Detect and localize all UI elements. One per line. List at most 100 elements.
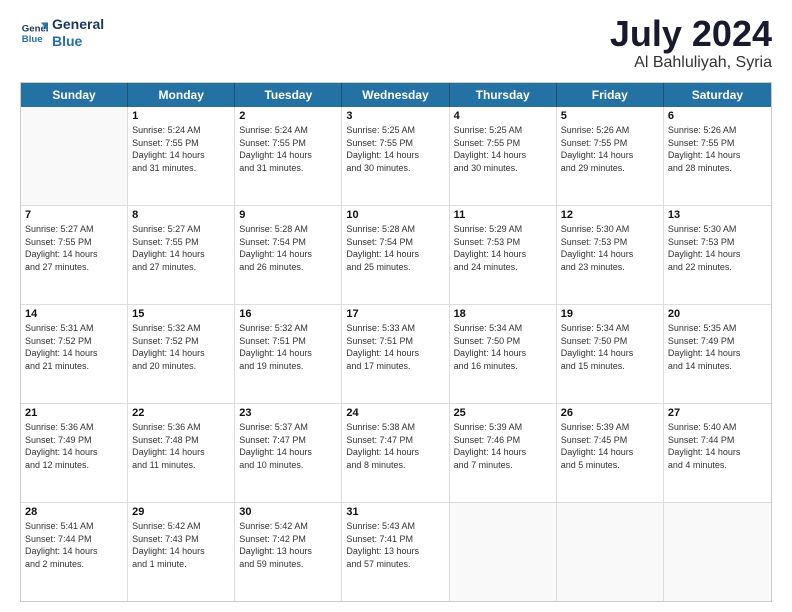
day-number: 11 [454,209,552,221]
calendar-day-22: 22Sunrise: 5:36 AMSunset: 7:48 PMDayligh… [128,404,235,502]
day-number: 29 [132,506,230,518]
day-info: Sunrise: 5:28 AMSunset: 7:54 PMDaylight:… [239,223,337,273]
calendar-day-5: 5 Sunrise: 5:26 AMSunset: 7:55 PMDaylight… [557,107,664,205]
day-number: 12 [561,209,659,221]
calendar-day-25: 25 Sunrise: 5:39 AMSunset: 7:46 PMDayligh… [450,404,557,502]
day-number: 28 [25,506,123,518]
day-info: Sunrise: 5:39 AMSunset: 7:45 PMDaylight:… [561,421,659,471]
day-header-saturday: Saturday [664,83,771,107]
calendar-week-5: 28 Sunrise: 5:41 AMSunset: 7:44 PMDayligh… [21,503,771,601]
calendar-day-4: 4Sunrise: 5:25 AMSunset: 7:55 PMDaylight… [450,107,557,205]
day-header-tuesday: Tuesday [235,83,342,107]
day-number: 31 [346,506,444,518]
day-info: Sunrise: 5:34 AMSunset: 7:50 PMDaylight:… [454,322,552,372]
day-info: Sunrise: 5:28 AMSunset: 7:54 PMDaylight:… [346,223,444,273]
day-header-wednesday: Wednesday [342,83,449,107]
logo: General Blue General Blue [20,16,104,50]
day-info: Sunrise: 5:39 AMSunset: 7:46 PMDaylight:… [454,421,552,471]
day-header-thursday: Thursday [450,83,557,107]
calendar-day-8: 8 Sunrise: 5:27 AMSunset: 7:55 PMDaylight… [128,206,235,304]
day-info: Sunrise: 5:43 AMSunset: 7:41 PMDaylight:… [346,520,444,570]
calendar-day-11: 11 Sunrise: 5:29 AMSunset: 7:53 PMDayligh… [450,206,557,304]
calendar-day-21: 21 Sunrise: 5:36 AMSunset: 7:49 PMDayligh… [21,404,128,502]
day-number: 21 [25,407,123,419]
calendar-header: SundayMondayTuesdayWednesdayThursdayFrid… [21,83,771,107]
calendar-week-3: 14 Sunrise: 5:31 AMSunset: 7:52 PMDayligh… [21,305,771,404]
calendar-day-31: 31 Sunrise: 5:43 AMSunset: 7:41 PMDayligh… [342,503,449,601]
calendar-day-30: 30 Sunrise: 5:42 AMSunset: 7:42 PMDayligh… [235,503,342,601]
day-number: 6 [668,110,767,122]
day-info: Sunrise: 5:34 AMSunset: 7:50 PMDaylight:… [561,322,659,372]
day-number: 16 [239,308,337,320]
calendar-day-27: 27 Sunrise: 5:40 AMSunset: 7:44 PMDayligh… [664,404,771,502]
calendar-empty-cell [450,503,557,601]
day-info: Sunrise: 5:27 AMSunset: 7:55 PMDaylight:… [132,223,230,273]
day-info: Sunrise: 5:40 AMSunset: 7:44 PMDaylight:… [668,421,767,471]
day-info: Sunrise: 5:35 AMSunset: 7:49 PMDaylight:… [668,322,767,372]
day-info: Sunrise: 5:24 AMSunset: 7:55 PMDaylight:… [239,124,337,174]
day-number: 19 [561,308,659,320]
day-info: Sunrise: 5:37 AMSunset: 7:47 PMDaylight:… [239,421,337,471]
day-info: Sunrise: 5:25 AMSunset: 7:55 PMDaylight:… [454,124,552,174]
day-number: 27 [668,407,767,419]
day-info: Sunrise: 5:32 AMSunset: 7:52 PMDaylight:… [132,322,230,372]
month-title: July 2024 [610,16,772,52]
day-info: Sunrise: 5:29 AMSunset: 7:53 PMDaylight:… [454,223,552,273]
day-header-monday: Monday [128,83,235,107]
calendar-day-6: 6 Sunrise: 5:26 AMSunset: 7:55 PMDaylight… [664,107,771,205]
day-number: 5 [561,110,659,122]
day-info: Sunrise: 5:32 AMSunset: 7:51 PMDaylight:… [239,322,337,372]
calendar-week-2: 7 Sunrise: 5:27 AMSunset: 7:55 PMDaylight… [21,206,771,305]
calendar-day-14: 14 Sunrise: 5:31 AMSunset: 7:52 PMDayligh… [21,305,128,403]
calendar-empty-cell [557,503,664,601]
day-info: Sunrise: 5:31 AMSunset: 7:52 PMDaylight:… [25,322,123,372]
day-number: 18 [454,308,552,320]
calendar-day-28: 28 Sunrise: 5:41 AMSunset: 7:44 PMDayligh… [21,503,128,601]
calendar-day-17: 17Sunrise: 5:33 AMSunset: 7:51 PMDayligh… [342,305,449,403]
day-number: 1 [132,110,230,122]
calendar-empty-cell [664,503,771,601]
logo-line2: Blue [52,33,104,50]
page: General Blue General Blue July 2024 Al B… [0,0,792,612]
day-info: Sunrise: 5:42 AMSunset: 7:42 PMDaylight:… [239,520,337,570]
header: General Blue General Blue July 2024 Al B… [20,16,772,72]
day-number: 30 [239,506,337,518]
calendar-day-10: 10 Sunrise: 5:28 AMSunset: 7:54 PMDayligh… [342,206,449,304]
day-info: Sunrise: 5:25 AMSunset: 7:55 PMDaylight:… [346,124,444,174]
day-info: Sunrise: 5:41 AMSunset: 7:44 PMDaylight:… [25,520,123,570]
calendar-day-24: 24 Sunrise: 5:38 AMSunset: 7:47 PMDayligh… [342,404,449,502]
day-info: Sunrise: 5:26 AMSunset: 7:55 PMDaylight:… [668,124,767,174]
day-number: 14 [25,308,123,320]
svg-text:Blue: Blue [22,34,43,45]
day-number: 15 [132,308,230,320]
calendar-week-1: 1 Sunrise: 5:24 AMSunset: 7:55 PMDaylight… [21,107,771,206]
calendar-day-9: 9Sunrise: 5:28 AMSunset: 7:54 PMDaylight… [235,206,342,304]
calendar-day-1: 1 Sunrise: 5:24 AMSunset: 7:55 PMDaylight… [128,107,235,205]
day-info: Sunrise: 5:30 AMSunset: 7:53 PMDaylight:… [668,223,767,273]
day-header-friday: Friday [557,83,664,107]
day-info: Sunrise: 5:38 AMSunset: 7:47 PMDaylight:… [346,421,444,471]
calendar-empty-cell [21,107,128,205]
day-info: Sunrise: 5:36 AMSunset: 7:49 PMDaylight:… [25,421,123,471]
calendar-day-26: 26Sunrise: 5:39 AMSunset: 7:45 PMDayligh… [557,404,664,502]
calendar-day-15: 15 Sunrise: 5:32 AMSunset: 7:52 PMDayligh… [128,305,235,403]
calendar-body: 1 Sunrise: 5:24 AMSunset: 7:55 PMDaylight… [21,107,771,601]
logo-line1: General [52,16,104,33]
logo-icon: General Blue [20,19,48,47]
day-number: 10 [346,209,444,221]
calendar-day-16: 16 Sunrise: 5:32 AMSunset: 7:51 PMDayligh… [235,305,342,403]
calendar-day-2: 2Sunrise: 5:24 AMSunset: 7:55 PMDaylight… [235,107,342,205]
day-number: 8 [132,209,230,221]
day-info: Sunrise: 5:27 AMSunset: 7:55 PMDaylight:… [25,223,123,273]
calendar-day-3: 3 Sunrise: 5:25 AMSunset: 7:55 PMDaylight… [342,107,449,205]
day-number: 25 [454,407,552,419]
day-info: Sunrise: 5:26 AMSunset: 7:55 PMDaylight:… [561,124,659,174]
calendar-day-7: 7 Sunrise: 5:27 AMSunset: 7:55 PMDaylight… [21,206,128,304]
day-info: Sunrise: 5:24 AMSunset: 7:55 PMDaylight:… [132,124,230,174]
location-title: Al Bahluliyah, Syria [610,54,772,72]
day-number: 24 [346,407,444,419]
day-number: 20 [668,308,767,320]
day-number: 7 [25,209,123,221]
day-header-sunday: Sunday [21,83,128,107]
day-number: 3 [346,110,444,122]
